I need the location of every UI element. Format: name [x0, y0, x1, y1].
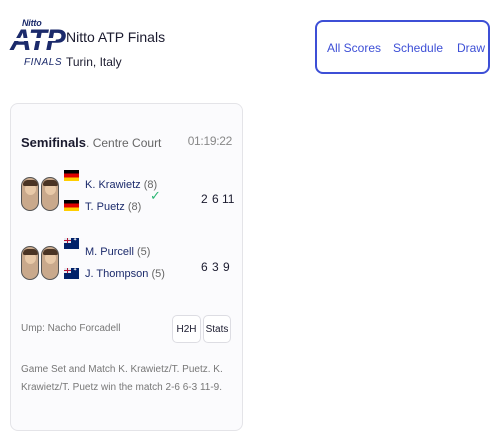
player-name[interactable]: M. Purcell (5)	[85, 246, 150, 258]
all-scores-link[interactable]: All Scores	[327, 41, 381, 55]
player-name[interactable]: K. Krawietz (8)	[85, 179, 157, 191]
round-name: Semifinals	[21, 135, 87, 150]
australia-flag-icon	[64, 237, 79, 249]
player-name-text: J. Thompson	[85, 268, 149, 280]
avatar	[21, 177, 39, 211]
match-round: Semifinals. Centre Court	[21, 135, 161, 150]
player-seed: (5)	[136, 246, 151, 258]
set-score: 11	[222, 192, 235, 206]
umpire-name: Ump: Nacho Forcadell	[21, 323, 121, 334]
player-seed: (8)	[127, 201, 142, 213]
avatar	[21, 246, 39, 280]
event-location: Turin, Italy	[66, 55, 122, 69]
stats-button[interactable]: Stats	[203, 315, 231, 343]
germany-flag-icon	[64, 200, 79, 211]
event-title: Nitto ATP Finals	[66, 29, 166, 45]
match-summary: Game Set and Match K. Krawietz/T. Puetz.…	[21, 364, 223, 393]
atp-finals-logo[interactable]: Nitto ATP FINALS	[8, 18, 66, 74]
logo-atp-text: ATP	[10, 24, 66, 57]
player-name-text: T. Puetz	[85, 201, 125, 213]
winner-check-icon: ✓	[150, 188, 161, 203]
player-seed: (5)	[151, 268, 165, 280]
germany-flag-icon	[64, 170, 79, 181]
court-name: . Centre Court	[86, 136, 162, 150]
player-name-text: M. Purcell	[85, 246, 134, 258]
match-card[interactable]: Semifinals. Centre Court 01:19:22 K. Kra…	[10, 103, 243, 431]
player-name[interactable]: J. Thompson (5)	[85, 268, 165, 280]
avatar	[41, 246, 59, 280]
avatar	[41, 177, 59, 211]
logo-finals-text: FINALS	[24, 57, 63, 68]
match-duration: 01:19:22	[187, 134, 233, 148]
set-score: 9	[223, 260, 230, 274]
schedule-link[interactable]: Schedule	[393, 41, 443, 55]
set-score: 6	[201, 260, 208, 274]
set-score: 2	[201, 192, 208, 206]
team-1-avatars	[21, 177, 59, 211]
team-2-avatars	[21, 246, 59, 280]
set-score: 3	[212, 260, 219, 274]
tournament-nav: All Scores Schedule Draw	[315, 20, 490, 74]
player-name-text: K. Krawietz	[85, 179, 141, 191]
draw-link[interactable]: Draw	[457, 41, 485, 55]
australia-flag-icon	[64, 267, 79, 279]
set-score: 6	[212, 192, 219, 206]
h2h-button[interactable]: H2H	[172, 315, 201, 343]
logo-swoosh	[11, 38, 57, 41]
player-name[interactable]: T. Puetz (8)	[85, 201, 141, 213]
